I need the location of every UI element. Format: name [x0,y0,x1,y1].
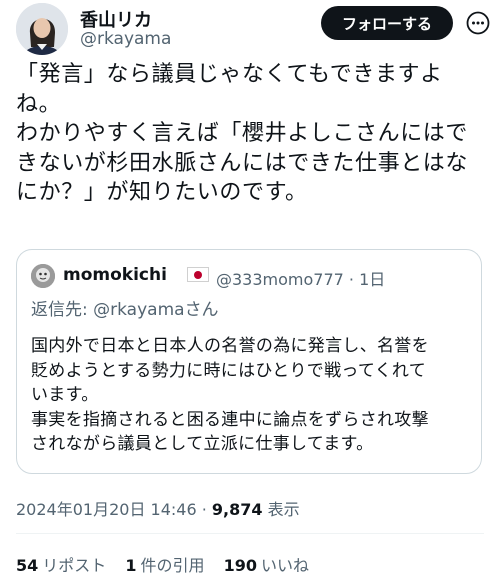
quoted-tweet[interactable]: momokichi @333momo777 · 1日 返信先: @rkayama… [16,249,482,474]
quoted-tweet-age[interactable]: 1日 [359,270,385,289]
reply-to-line: 返信先: @rkayamaさん [31,295,219,320]
quoted-author-name[interactable]: momokichi [63,265,167,285]
tweet-header: 香山リカ @rkayama フォローする [0,0,500,64]
likes-stat[interactable]: 190 いいね [224,552,309,576]
quoted-author-handle[interactable]: @333momo777 [216,270,344,289]
quoted-author-avatar[interactable] [31,264,55,288]
follow-button[interactable]: フォローする [321,6,453,40]
divider [16,533,484,534]
quoted-tweet-meta: @333momo777 · 1日 [216,266,385,290]
reply-to-handle[interactable]: @rkayama [93,300,184,320]
views-label: 表示 [267,500,300,519]
reposts-label: リポスト [42,556,107,575]
more-icon[interactable] [465,10,491,36]
tweet-meta: 2024年01月20日 14:46 · 9,874 表示 [16,496,300,520]
tweet-text: 「発言」なら議員じゃなくてもできますよ ね。 わかりやすく言えば「櫻井よしこさん… [16,62,469,205]
quotes-label: 件の引用 [140,556,205,575]
author-handle[interactable]: @rkayama [80,29,171,49]
meta-separator: · [348,270,355,289]
quoted-tweet-text: 国内外で日本と日本人の名誉の為に発言し、名誉を 貶めようとする勢力に時にはひとり… [31,336,429,454]
views-count: 9,874 [211,500,263,519]
engagement-stats: 54 リポスト 1 件の引用 190 いいね [16,552,323,576]
reply-to-suffix: さん [184,300,219,320]
reposts-stat[interactable]: 54 リポスト [16,552,106,576]
tweet-timestamp[interactable]: 2024年01月20日 14:46 [16,500,197,519]
quotes-stat[interactable]: 1 件の引用 [125,552,204,576]
reply-to-prefix: 返信先: [31,300,94,320]
japan-flag-icon [187,267,209,282]
reposts-count: 54 [16,556,39,575]
author-avatar[interactable] [16,3,68,55]
likes-label: いいね [261,556,310,575]
quotes-count: 1 [125,556,137,575]
meta-separator: · [201,500,207,519]
likes-count: 190 [223,556,258,575]
